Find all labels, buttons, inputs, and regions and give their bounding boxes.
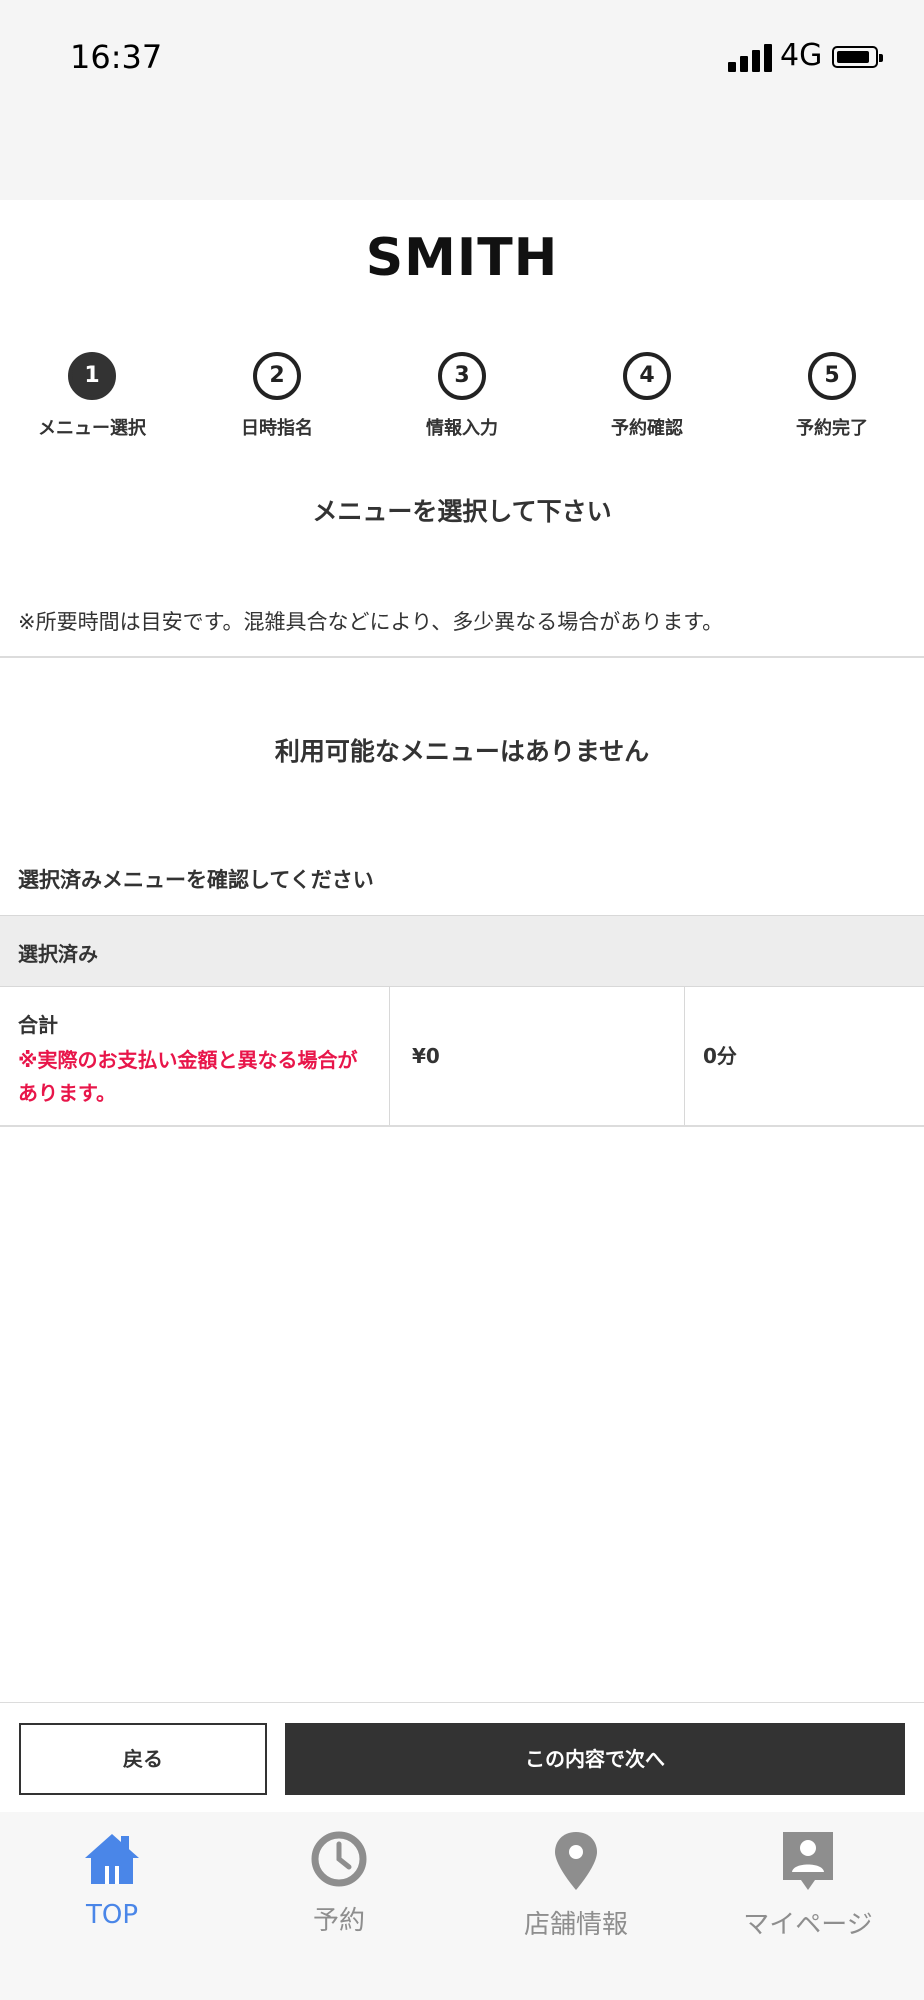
instruction-heading: メニューを選択して下さい [312,497,612,526]
profile-icon [783,1832,833,1890]
step-number: 1 [68,352,116,400]
total-warning: ※実際のお支払い金額と異なる場合があります。 [18,1048,358,1105]
step-label: 予約完了 [796,418,868,439]
step-number: 4 [623,352,671,400]
step-number: 2 [253,352,301,400]
signal-icon [728,44,772,72]
step-5: 5 予約完了 [762,352,902,440]
clock-icon [311,1831,367,1887]
step-label: 日時指名 [241,418,313,439]
status-bar: 16:37 4G [0,0,924,200]
step-number: 3 [438,352,486,400]
tab-top[interactable]: TOP [22,1830,202,1930]
confirm-heading: 選択済みメニューを確認してください [18,868,374,892]
total-label-cell: 合計 ※実際のお支払い金額と異なる場合があります。 [0,987,390,1125]
tab-label: TOP [85,1900,139,1930]
step-3: 3 情報入力 [392,352,532,440]
total-label: 合計 [18,1013,58,1037]
step-label: 情報入力 [426,418,498,439]
total-duration: 0分 [703,1044,737,1068]
empty-menu-message: 利用可能なメニューはありません [274,737,650,766]
time-note: ※所要時間は目安です。混雑具合などにより、多少異なる場合があります。 [18,610,724,634]
step-4: 4 予約確認 [577,352,717,440]
tab-bar: TOP 予約 店舗情報 マイページ [0,1812,924,2000]
step-1: 1 メニュー選択 [22,352,162,440]
map-pin-icon [555,1832,597,1890]
divider [0,656,924,658]
network-type: 4G [780,38,823,73]
tab-label: 店舗情報 [523,1910,628,1940]
selected-header-label: 選択済み [18,942,98,966]
home-icon [85,1834,139,1884]
tab-store-info[interactable]: 店舗情報 [486,1830,666,1941]
status-time: 16:37 [70,38,163,76]
tab-reservation[interactable]: 予約 [249,1830,429,1937]
selected-header: 選択済み [0,915,924,987]
step-2: 2 日時指名 [207,352,347,440]
next-button[interactable]: この内容で次へ [285,1723,905,1795]
action-bar: 戻る この内容で次へ [0,1702,924,1813]
total-row: 合計 ※実際のお支払い金額と異なる場合があります。 ¥0 0分 [0,987,924,1127]
tab-label: マイページ [743,1910,873,1940]
brand-logo: SMITH [365,228,559,288]
tab-label: 予約 [312,1906,365,1936]
step-label: メニュー選択 [38,418,146,439]
battery-icon [832,46,883,68]
step-number: 5 [808,352,856,400]
tab-mypage[interactable]: マイページ [718,1830,898,1941]
back-button[interactable]: 戻る [19,1723,267,1795]
step-label: 予約確認 [611,418,683,439]
total-price: ¥0 [390,987,685,1125]
